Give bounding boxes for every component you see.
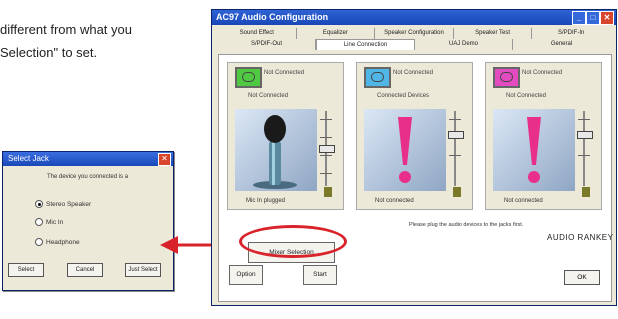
slider-thumb[interactable] (319, 145, 335, 153)
jack-icon (235, 67, 262, 88)
jack-panel-mic: Not Connected Not Connected Mic In plugg… (227, 62, 344, 210)
line-connection-content: Not Connected Not Connected Mic In plugg… (218, 54, 612, 302)
panel-title: Not Connected (393, 70, 434, 76)
volume-slider[interactable] (448, 111, 464, 186)
volume-slider[interactable] (577, 111, 593, 186)
audio-config-window: AC97 Audio Configuration _ □ ✕ Sound Eff… (211, 9, 617, 306)
tab-spdif-in[interactable]: S/PDIF-In (532, 28, 610, 39)
doc-text-line-1: different from what you (0, 22, 132, 37)
jack-status: Not connected (375, 198, 414, 204)
option-mic-in[interactable]: Mic In (35, 218, 63, 226)
connection-note: Please plug the audio devices to the jac… (409, 222, 524, 228)
panel-title: Not Connected (522, 70, 563, 76)
dialog-title-bar: Select Jack ✕ (3, 152, 173, 166)
device-combo[interactable]: Connected Devices (377, 93, 429, 99)
speaker-icon[interactable] (582, 187, 590, 197)
tab-general[interactable]: General (513, 39, 610, 50)
brand-logo: AUDIO RANKEY (547, 233, 614, 242)
option-headphone[interactable]: Headphone (35, 238, 80, 246)
ok-button[interactable]: OK (564, 270, 600, 285)
panel-title: Not Connected (264, 70, 305, 76)
tab-speaker-test[interactable]: Speaker Test (454, 28, 533, 39)
radio-selected-icon (35, 200, 43, 208)
select-button[interactable]: Select (8, 263, 44, 277)
device-combo[interactable]: Not Connected (248, 93, 288, 99)
option-label: Mic In (46, 218, 64, 226)
tab-row-1: Sound Effect Equalizer Speaker Configura… (218, 28, 610, 39)
tab-uaj-demo[interactable]: UAJ Demo (415, 39, 513, 50)
jack-panel-2: Not Connected Connected Devices Not conn… (356, 62, 473, 210)
maximize-icon[interactable]: □ (586, 11, 600, 25)
speaker-icon[interactable] (324, 187, 332, 197)
jack-icon (364, 67, 391, 88)
tab-spdif-out[interactable]: S/PDIF-Out (218, 39, 316, 50)
slider-thumb[interactable] (448, 131, 464, 139)
window-title: AC97 Audio Configuration (216, 12, 329, 22)
dialog-message: The device you connected is a (47, 174, 129, 180)
option-label: Stereo Speaker (46, 200, 92, 208)
select-jack-dialog: Select Jack ✕ The device you connected i… (2, 151, 174, 291)
tab-speaker-configuration[interactable]: Speaker Configuration (375, 28, 454, 39)
slider-thumb[interactable] (577, 131, 593, 139)
dialog-close-icon[interactable]: ✕ (158, 153, 171, 166)
volume-slider[interactable] (319, 111, 335, 186)
exclamation-icon (364, 109, 446, 191)
highlight-ellipse (239, 225, 347, 258)
window-title-bar: AC97 Audio Configuration _ □ ✕ (212, 10, 616, 25)
jack-status: Mic In plugged (246, 198, 286, 204)
radio-icon (35, 218, 43, 226)
cancel-button[interactable]: Cancel (67, 263, 103, 277)
microphone-icon (235, 109, 317, 191)
dialog-title: Select Jack (8, 154, 49, 163)
tab-sound-effect[interactable]: Sound Effect (218, 28, 297, 39)
doc-text-line-2: Selection" to set. (0, 45, 98, 60)
jack-status: Not connected (504, 198, 543, 204)
exclamation-icon (493, 109, 575, 191)
jack-icon (493, 67, 520, 88)
option-label: Headphone (46, 238, 80, 246)
jack-panel-3: Not Connected Not Connected Not connecte… (485, 62, 602, 210)
speaker-icon[interactable] (453, 187, 461, 197)
just-select-button[interactable]: Just Select (125, 263, 161, 277)
option-stereo-speaker[interactable]: Stereo Speaker (35, 200, 91, 208)
tab-equalizer[interactable]: Equalizer (297, 28, 376, 39)
tab-line-connection[interactable]: Line Connection (316, 39, 415, 50)
radio-icon (35, 238, 43, 246)
option-button[interactable]: Option (229, 265, 263, 285)
device-combo[interactable]: Not Connected (506, 93, 546, 99)
start-button[interactable]: Start (303, 265, 337, 285)
tab-row-2: S/PDIF-Out Line Connection UAJ Demo Gene… (218, 39, 610, 50)
close-icon[interactable]: ✕ (600, 11, 614, 25)
minimize-icon[interactable]: _ (572, 11, 586, 25)
